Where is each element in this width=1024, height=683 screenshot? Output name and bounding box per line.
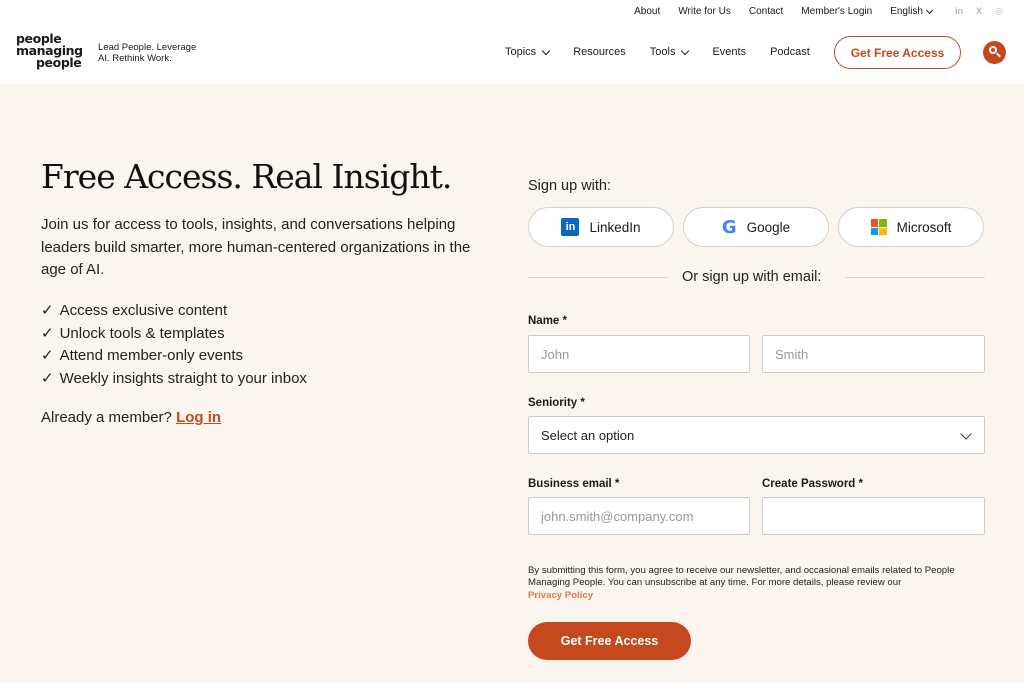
signup-with-label: Sign up with: [528,178,612,194]
check-icon: ✓ [41,302,54,319]
main-nav: Topics Resources Tools Events Podcast [505,46,834,58]
check-icon: ✓ [41,370,54,388]
write-for-us-link[interactable]: Write for Us [678,6,731,17]
benefit-text: Unlock tools & templates [59,324,225,342]
x-icon[interactable]: X [974,6,984,17]
nav-label: Topics [505,46,537,58]
nav-item-events[interactable]: Events [712,46,746,58]
logo-line: people [36,55,82,70]
language-selector[interactable]: English [890,6,934,17]
nav-label: Resources [573,46,626,58]
chevron-down-icon [541,46,551,55]
linkedin-icon: in [561,218,580,236]
sso-label: Google [746,219,791,235]
language-label: English [890,6,923,17]
site-header: About Write for Us Contact Member's Logi… [0,0,1024,84]
seniority-select[interactable]: Select an option [528,416,985,454]
list-item: ✓ Weekly insights straight to your inbox [41,368,307,391]
benefit-text: Weekly insights straight to your inbox [59,370,307,388]
placeholder: Smith [775,346,809,362]
legal-notice: By submitting this form, you agree to re… [528,565,988,602]
site-logo[interactable]: people managing people [16,32,83,70]
placeholder: John [541,346,570,362]
nav-label: Tools [649,46,676,58]
search-icon-handle [996,52,1001,58]
legal-text: By submitting this form, you agree to re… [528,565,955,589]
list-item: ✓ Attend member-only events [41,345,307,368]
social-links: in X ◎ [954,6,1004,17]
benefit-text: Access exclusive content [59,302,228,319]
privacy-policy-link[interactable]: Privacy Policy [528,590,988,602]
google-icon: G [721,216,737,238]
benefit-text: Attend member-only events [59,347,243,365]
list-item: ✓ Unlock tools & templates [41,323,307,346]
nav-item-podcast[interactable]: Podcast [770,46,810,58]
nav-item-resources[interactable]: Resources [573,46,626,58]
seniority-label: Seniority * [528,397,585,409]
check-icon: ✓ [41,324,54,342]
sso-label: Microsoft [896,219,952,235]
check-icon: ✓ [41,347,54,365]
microsoft-signup-button[interactable]: Microsoft [838,207,984,247]
member-prompt-text: Already a member? [41,409,172,426]
about-link[interactable]: About [634,6,660,17]
name-label: Name * [528,315,567,327]
member-prompt: Already a member? Log in [41,409,221,426]
business-email-label: Business email * [528,478,620,490]
or-sign-up-with-email: Or sign up with email: [682,269,822,285]
tagline-line: Lead People. Leverage [98,42,197,53]
instagram-icon[interactable]: ◎ [994,6,1004,17]
header-get-free-access-button[interactable]: Get Free Access [834,36,961,69]
nav-item-topics[interactable]: Topics [505,46,551,58]
first-name-input[interactable]: John [528,335,750,373]
login-link[interactable]: Log in [176,409,221,426]
linkedin-icon[interactable]: in [954,6,964,17]
member-login-link[interactable]: Member's Login [801,6,872,17]
utility-nav: About Write for Us Contact Member's Logi… [634,6,1004,17]
list-item: ✓ Access exclusive content [41,300,307,323]
sso-label: LinkedIn [589,219,641,235]
intro-text: Join us for access to tools, insights, a… [41,216,471,278]
last-name-input[interactable]: Smith [762,335,985,373]
page-title: Free Access. Real Insight. [41,157,452,196]
chevron-down-icon [925,6,934,14]
tagline-line: AI. Rethink Work. [98,53,172,64]
site-tagline: Lead People. Leverage AI. Rethink Work. [98,42,196,64]
linkedin-signup-button[interactable]: in LinkedIn [528,207,674,247]
nav-label: Podcast [770,46,810,58]
google-signup-button[interactable]: G Google [683,207,829,247]
nav-item-tools[interactable]: Tools [649,46,690,58]
placeholder: john.smith@company.com [541,508,694,524]
nav-label: Events [712,46,747,58]
select-value: Select an option [541,427,635,443]
password-input[interactable] [762,497,985,535]
contact-link[interactable]: Contact [749,6,783,17]
business-email-input[interactable]: john.smith@company.com [528,497,750,535]
search-button[interactable] [983,41,1006,64]
chevron-down-icon [960,427,972,440]
divider [845,277,985,278]
create-password-label: Create Password * [762,478,863,490]
microsoft-icon [870,219,887,235]
benefits-list: ✓ Access exclusive content ✓ Unlock tools … [41,300,307,391]
submit-get-free-access-button[interactable]: Get Free Access [528,622,691,660]
divider [528,277,668,278]
chevron-down-icon [681,46,690,55]
